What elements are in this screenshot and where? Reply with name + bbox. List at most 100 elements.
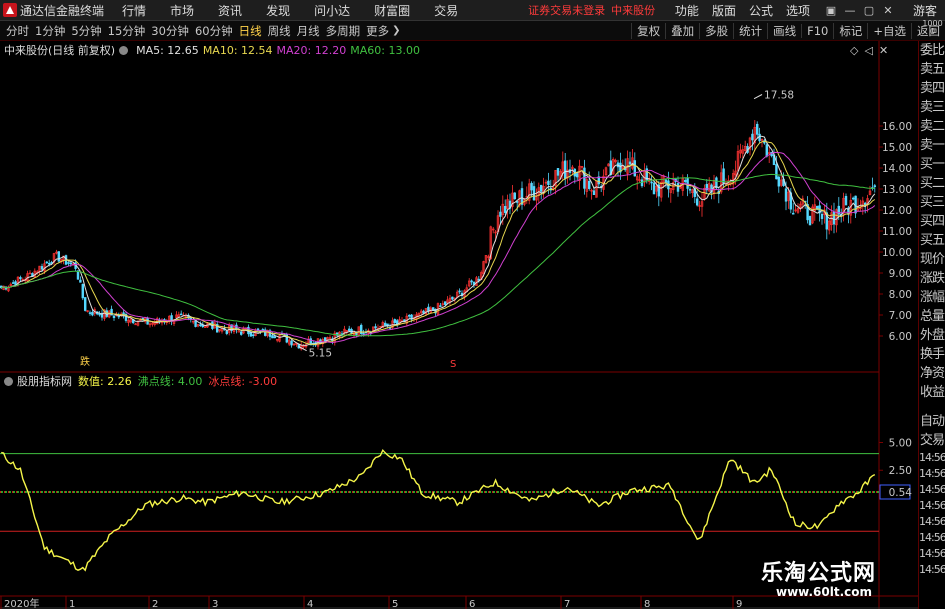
candle-down (758, 133, 761, 142)
price-tick-label: 13.00 (882, 184, 912, 196)
collapse-icon[interactable]: ◁ (864, 44, 872, 57)
candle-down (832, 211, 836, 225)
quote-sidebar: 1000 0 委比 卖五 卖四 卖三 卖二 卖一 买一 买二 买三 买四 买五 现价 涨跌 涨幅 总量 外盘换… (918, 20, 945, 609)
quote-field: 卖四 (919, 81, 945, 96)
menu-market[interactable]: 市场 (170, 2, 194, 19)
overlay-button[interactable]: 叠加 (665, 23, 699, 39)
menu-wealth[interactable]: 财富圈 (374, 2, 410, 19)
candle-down (81, 284, 85, 299)
draw-line-button[interactable]: 画线 (767, 23, 801, 39)
close-icon[interactable]: ✕ (880, 4, 896, 17)
candle-down (112, 315, 116, 318)
quote-field: 买二 (919, 176, 945, 191)
menu-trade[interactable]: 交易 (434, 2, 458, 19)
guest-account[interactable]: 游客 (913, 2, 937, 19)
statistics-button[interactable]: 统计 (733, 23, 767, 39)
watermark-title: 乐淘公式网 (761, 561, 877, 586)
candle-down (628, 161, 632, 165)
period-toolbar: 分时 1分钟 5分钟 15分钟 30分钟 60分钟 日线 周线 月线 多周期 更… (0, 21, 945, 41)
diamond-icon[interactable]: ◇ (850, 44, 858, 57)
quote-field-list: 委比 卖五 卖四 卖三 卖二 卖一 买一 买二 买三 买四 买五 现价 涨跌 涨幅 总量 外盘 换手 净资 收益 (919, 41, 945, 402)
ma5-label: MA5: 12.65 (136, 43, 199, 57)
minimize-icon[interactable]: — (842, 4, 858, 17)
candle-down (688, 188, 692, 191)
auto-trade-label[interactable]: 自动 (919, 412, 945, 431)
tf-monthly[interactable]: 月线 (297, 23, 320, 39)
candle-down (273, 336, 277, 339)
candle-down (91, 311, 94, 316)
tf-5min[interactable]: 5分钟 (71, 23, 101, 39)
chevron-right-icon[interactable]: ❯ (389, 25, 403, 36)
tf-1min[interactable]: 1分钟 (35, 23, 65, 39)
price-tick-label: 6.00 (889, 331, 912, 343)
tf-daily[interactable]: 日线 (239, 23, 262, 39)
tick-time: 14:56 (919, 515, 945, 528)
quote-field: 买一 (919, 157, 945, 172)
quote-field: 买五 (919, 233, 945, 248)
close-chart-icon[interactable]: ✕ (879, 44, 888, 57)
candle-down (83, 297, 87, 311)
quote-field: 买四 (919, 214, 945, 229)
menu-formula[interactable]: 公式 (749, 2, 773, 19)
menu-options[interactable]: 选项 (786, 2, 810, 19)
candle-down (290, 340, 293, 346)
menu-ask[interactable]: 问小达 (314, 2, 350, 19)
stock-chart-title: 中来股份(日线 前复权) (4, 44, 116, 57)
settings-dot-icon[interactable] (119, 45, 129, 55)
multi-stock-button[interactable]: 多股 (699, 23, 733, 39)
trade-login-status: 证券交易未登录 (528, 4, 606, 17)
date-label: 3 (212, 599, 218, 609)
maximize-icon[interactable]: ▢ (861, 4, 877, 17)
price-chart[interactable]: 6.00 7.00 8.00 9.00 10.00 11.00 12.00 13.00 14.0… (0, 41, 918, 609)
tick-time: 14:56 (919, 483, 945, 496)
menu-discover[interactable]: 发现 (266, 2, 290, 19)
auto-trade-label-2[interactable]: 交易 (919, 431, 945, 450)
indicator-settings-icon[interactable] (4, 376, 13, 386)
date-label: 1 (69, 599, 75, 609)
candle-down (844, 196, 848, 206)
restore-window-icon[interactable]: ▣ (823, 4, 839, 17)
indicator-line (1, 448, 876, 572)
candle-down (451, 296, 454, 300)
candle-down (575, 173, 579, 178)
drop-signal-marker: 跌 (80, 355, 90, 368)
tf-multi[interactable]: 多周期 (326, 23, 361, 39)
add-watchlist-button[interactable]: +自选 (867, 23, 911, 39)
tf-more[interactable]: 更多 (366, 23, 389, 39)
menu-news[interactable]: 资讯 (218, 2, 242, 19)
candle-down (45, 261, 49, 264)
candle-down (347, 328, 351, 331)
price-tick-label: 15.00 (882, 142, 912, 154)
candle-down (873, 185, 877, 187)
adjust-button[interactable]: 复权 (631, 23, 665, 39)
tf-weekly[interactable]: 周线 (268, 23, 291, 39)
indicator-value-label: 数值: 2.26 (78, 375, 132, 388)
tf-60min[interactable]: 60分钟 (195, 23, 233, 39)
candle-down (374, 326, 377, 329)
date-label: 8 (644, 599, 650, 609)
candle-down (530, 182, 533, 191)
price-tick-label: 16.00 (882, 121, 912, 133)
mark-button[interactable]: 标记 (833, 23, 867, 39)
menu-layout[interactable]: 版面 (712, 2, 736, 19)
candle-down (443, 301, 447, 305)
candle-down (547, 180, 550, 186)
toolbar-right: 复权 叠加 多股 统计 画线 F10 标记 +自选 返回 (631, 21, 945, 41)
low-price-label: 5.15 (309, 348, 332, 360)
app-title: 通达信金融终端 (20, 3, 105, 18)
tf-intraday[interactable]: 分时 (6, 23, 29, 39)
menu-quotes[interactable]: 行情 (122, 2, 146, 19)
tf-30min[interactable]: 30分钟 (151, 23, 189, 39)
candle-down (249, 332, 253, 337)
quote-field: 现价 (919, 252, 945, 267)
tf-15min[interactable]: 15分钟 (108, 23, 146, 39)
price-tick-label: 12.00 (882, 205, 912, 217)
sell-signal-marker: S (450, 359, 456, 370)
candle-down (650, 181, 653, 184)
menu-function[interactable]: 功能 (675, 2, 699, 19)
quote-field: 换手 (919, 347, 945, 362)
current-stock-name: 中来股份 (611, 4, 656, 17)
topbar-right: 功能 版面 公式 选项 ▣ — ▢ ✕ 游客 (675, 0, 945, 21)
f10-button[interactable]: F10 (801, 24, 833, 38)
quote-field: 外盘 (919, 328, 945, 343)
